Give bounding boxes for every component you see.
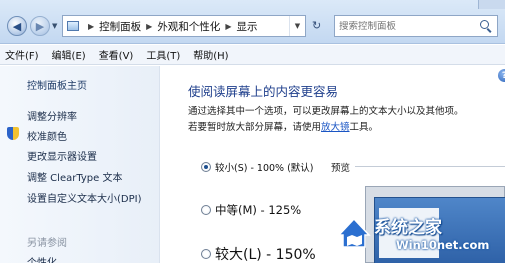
menu-bar: 文件(F) 编辑(E) 查看(V) 工具(T) 帮助(H) bbox=[0, 45, 505, 65]
sidebar-item-change-display-settings[interactable]: 更改显示器设置 bbox=[27, 148, 97, 163]
radio-larger[interactable] bbox=[201, 249, 211, 259]
watermark-title: 系统之家 bbox=[374, 218, 442, 238]
back-button[interactable]: ◀ bbox=[7, 16, 27, 36]
breadcrumb-control-panel[interactable]: 控制面板 bbox=[99, 19, 141, 34]
recent-pages-dropdown[interactable]: ▼ bbox=[52, 22, 57, 30]
description-text: 若要暂时放大部分屏幕，请使用 bbox=[188, 122, 322, 133]
sidebar-item-calibrate-color[interactable]: 校准颜色 bbox=[27, 128, 67, 143]
search-box[interactable] bbox=[334, 15, 498, 37]
refresh-button[interactable]: ↻ bbox=[312, 19, 328, 32]
watermark-url: Win10net.com bbox=[396, 238, 490, 252]
option-smaller-label[interactable]: 较小(S) - 100% (默认) bbox=[215, 160, 314, 174]
refresh-icon: ↻ bbox=[312, 19, 322, 32]
window-control-button[interactable] bbox=[478, 0, 505, 9]
help-icon[interactable]: ? bbox=[498, 69, 505, 82]
address-dropdown-button[interactable]: ▼ bbox=[289, 16, 305, 36]
radio-smaller[interactable] bbox=[201, 162, 211, 172]
main-content: ? 使阅读屏幕上的内容更容易 通过选择其中一个选项，可以更改屏幕上的文本大小以及… bbox=[161, 66, 505, 263]
chevron-right-icon[interactable]: ▶ bbox=[146, 22, 152, 31]
breadcrumb[interactable]: ▶ 控制面板 ▶ 外观和个性化 ▶ 显示 ▼ bbox=[62, 15, 306, 37]
description-line-1: 通过选择其中一个选项，可以更改屏幕上的文本大小以及其他项。 bbox=[188, 106, 464, 117]
search-icon[interactable] bbox=[480, 20, 492, 32]
sidebar-item-adjust-cleartype[interactable]: 调整 ClearType 文本 bbox=[27, 169, 122, 184]
preview-label: 预览 bbox=[331, 163, 351, 174]
arrow-left-icon: ◀ bbox=[12, 19, 22, 33]
preview-divider bbox=[355, 166, 505, 167]
address-bar: ◀ ▶ ▼ ▶ 控制面板 ▶ 外观和个性化 ▶ 显示 ▼ ↻ bbox=[0, 0, 505, 44]
menu-help[interactable]: 帮助(H) bbox=[193, 47, 228, 62]
see-also-heading: 另请参阅 bbox=[27, 238, 67, 249]
description-line-2: 若要暂时放大部分屏幕，请使用放大镜工具。 bbox=[188, 119, 378, 133]
description-text-end: 工具。 bbox=[349, 122, 379, 133]
sidebar-item-personalization[interactable]: 个性化 bbox=[27, 254, 57, 263]
menu-edit[interactable]: 编辑(E) bbox=[52, 47, 86, 62]
chevron-down-icon: ▼ bbox=[52, 22, 58, 30]
chevron-right-icon[interactable]: ▶ bbox=[225, 22, 231, 31]
control-panel-icon bbox=[67, 21, 79, 31]
forward-button[interactable]: ▶ bbox=[30, 16, 50, 36]
breadcrumb-display[interactable]: 显示 bbox=[236, 19, 257, 34]
sidebar-item-custom-dpi[interactable]: 设置自定义文本大小(DPI) bbox=[27, 190, 141, 205]
radio-medium[interactable] bbox=[201, 205, 211, 215]
menu-file[interactable]: 文件(F) bbox=[5, 47, 39, 62]
sidebar: 控制面板主页 调整分辨率 校准颜色 更改显示器设置 调整 ClearType 文… bbox=[0, 66, 160, 263]
page-title: 使阅读屏幕上的内容更容易 bbox=[188, 84, 339, 99]
uac-shield-icon bbox=[7, 127, 19, 140]
sidebar-item-adjust-resolution[interactable]: 调整分辨率 bbox=[27, 108, 77, 123]
menu-view[interactable]: 查看(V) bbox=[99, 47, 134, 62]
option-medium-label[interactable]: 中等(M) - 125% bbox=[215, 202, 301, 218]
menu-tools[interactable]: 工具(T) bbox=[146, 47, 180, 62]
breadcrumb-appearance[interactable]: 外观和个性化 bbox=[157, 19, 220, 34]
watermark-logo-icon bbox=[337, 217, 371, 248]
chevron-right-icon[interactable]: ▶ bbox=[88, 22, 94, 31]
chevron-down-icon: ▼ bbox=[294, 22, 301, 30]
arrow-right-icon: ▶ bbox=[35, 19, 45, 33]
magnifier-link[interactable]: 放大镜 bbox=[321, 122, 350, 133]
option-larger-label[interactable]: 较大(L) - 150% bbox=[215, 244, 316, 263]
search-input[interactable] bbox=[339, 20, 480, 32]
sidebar-item-control-panel-home[interactable]: 控制面板主页 bbox=[27, 77, 87, 92]
